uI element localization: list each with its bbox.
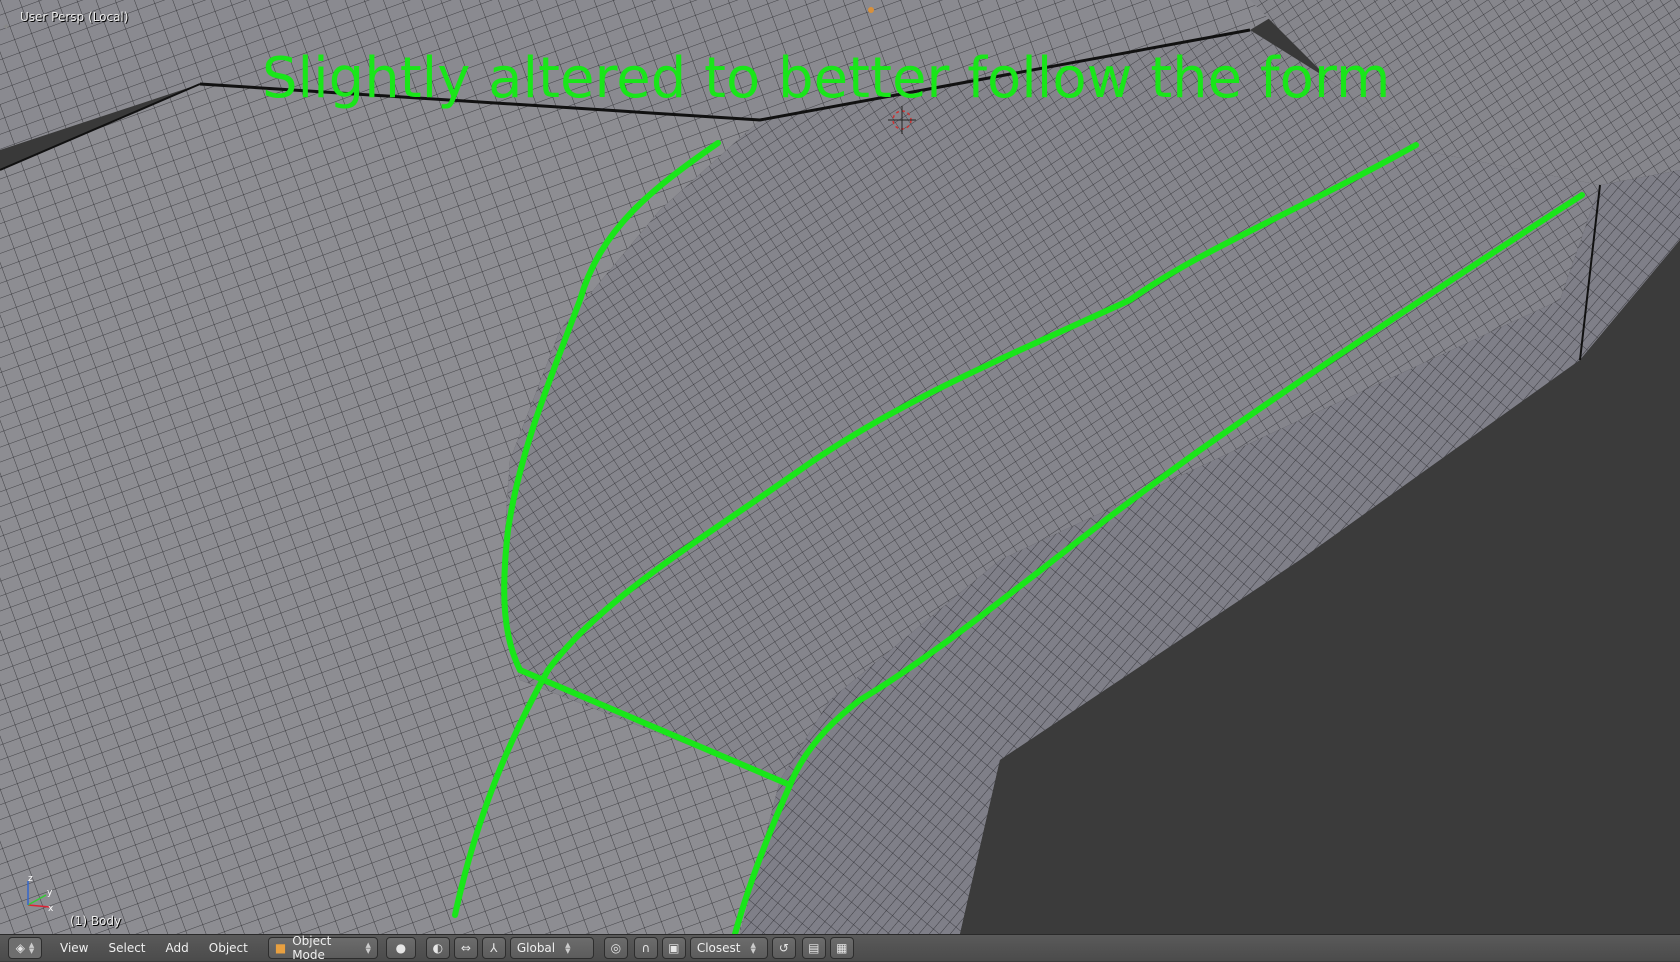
mode-dropdown[interactable]: ■ Object Mode ▲ ▼ xyxy=(267,934,378,962)
rotate-icon: ↺ xyxy=(778,941,789,955)
menu-select[interactable]: Select xyxy=(100,938,153,958)
view-label: User Persp (Local) xyxy=(20,10,129,24)
snap-element-dropdown[interactable]: ▣ xyxy=(661,937,686,959)
manipulator-icon: ⇔ xyxy=(460,941,471,955)
mesh-scene xyxy=(0,0,1680,934)
orientation-label: Global xyxy=(516,941,556,955)
clapper-icon: ▦ xyxy=(836,941,848,955)
annotation-text: Slightly altered to better follow the fo… xyxy=(262,46,1391,111)
solid-sphere-icon: ● xyxy=(395,941,407,955)
camera-icon: ▤ xyxy=(808,941,820,955)
proportional-edit-button[interactable]: ◎ xyxy=(603,937,628,959)
menu-add[interactable]: Add xyxy=(158,938,197,958)
editor-type-button[interactable]: ◈ ▲ ▼ xyxy=(8,937,42,959)
updown-arrows-icon: ▲ ▼ xyxy=(565,941,571,955)
object-label: (1) Body xyxy=(70,914,122,928)
axis-gizmo-icon: z y x xyxy=(27,874,54,913)
3d-viewport[interactable]: User Persp (Local) ✦ Slightly altered to… xyxy=(0,0,1680,934)
updown-arrows-icon: ▲ ▼ xyxy=(28,941,35,955)
snap-rotation-button[interactable]: ↺ xyxy=(771,937,796,959)
magnet-icon: ∩ xyxy=(641,941,651,955)
menu-object[interactable]: Object xyxy=(201,938,256,958)
menu-view[interactable]: View xyxy=(52,938,96,958)
orientation-dropdown[interactable]: Global ▲ ▼ xyxy=(509,937,594,959)
pivot-dropdown[interactable]: ◐ xyxy=(425,937,450,959)
updown-arrows-icon: ▲ ▼ xyxy=(365,941,371,955)
render-animation-button[interactable]: ▦ xyxy=(829,937,854,959)
shading-dropdown[interactable]: ● xyxy=(385,937,416,959)
axis-x-label: x xyxy=(48,904,54,913)
mode-label: Object Mode xyxy=(292,934,332,962)
region-corner-icon[interactable]: ✦ xyxy=(2,22,14,34)
axis-y-label: y xyxy=(47,888,53,898)
snap-target-dropdown[interactable]: Closest ▲ ▼ xyxy=(689,937,768,959)
render-button[interactable]: ▤ xyxy=(801,937,826,959)
snap-element-icon: ▣ xyxy=(668,941,680,955)
axis-z-label: z xyxy=(28,874,33,884)
object-mode-icon: ■ xyxy=(274,941,287,955)
cube-icon: ◈ xyxy=(15,941,25,955)
pivot-icon: ◐ xyxy=(432,941,444,955)
axes-icon: ⅄ xyxy=(490,941,498,955)
manipulator-toggle[interactable]: ⇔ xyxy=(453,937,478,959)
orientation-icon-button[interactable]: ⅄ xyxy=(481,937,506,959)
viewport-header: ◈ ▲ ▼ View Select Add Object ■ Object Mod… xyxy=(0,934,1680,962)
snap-target-label: Closest xyxy=(696,941,741,955)
proportional-icon: ◎ xyxy=(610,941,622,955)
snap-toggle[interactable]: ∩ xyxy=(633,937,658,959)
updown-arrows-icon: ▲ ▼ xyxy=(750,941,756,955)
